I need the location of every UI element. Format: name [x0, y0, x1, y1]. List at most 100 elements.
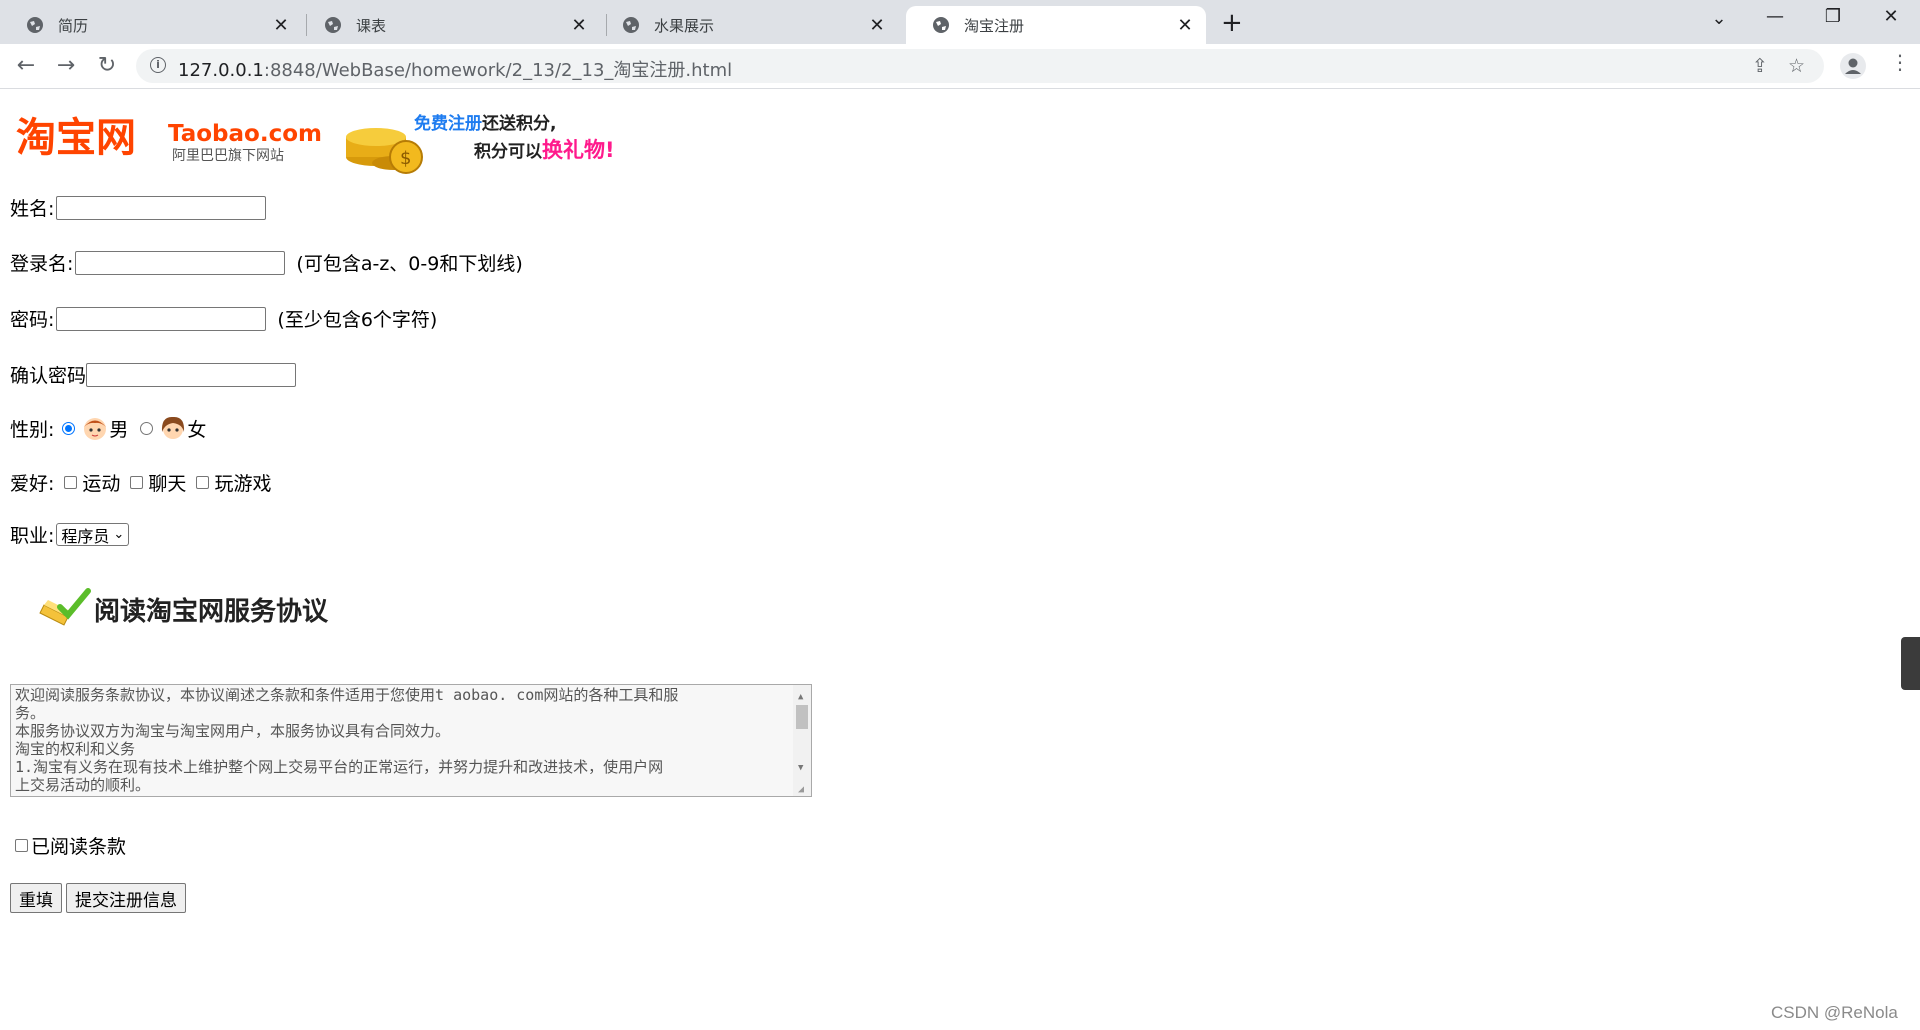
globe-icon [623, 17, 639, 33]
hobby-row: 爱好: 运动 聊天 玩游戏 [10, 469, 271, 496]
submit-button[interactable]: 提交注册信息 [66, 883, 186, 913]
back-button[interactable]: ← [12, 52, 40, 80]
name-label: 姓名: [10, 198, 55, 220]
read-terms-checkbox[interactable] [15, 839, 28, 852]
textarea-scrollbar[interactable]: ▲ ▼ ◢ [793, 685, 811, 796]
share-icon[interactable]: ⇪ [1752, 55, 1768, 77]
gender-row: 性别: 男 女 [10, 414, 206, 442]
agreement-heading: 阅读淘宝网服务协议 [38, 587, 328, 631]
login-name-input[interactable] [75, 250, 286, 275]
reset-button[interactable]: 重填 [10, 883, 62, 913]
password-input[interactable] [56, 306, 267, 331]
url-path: :8848/WebBase/homework/2_13/2_13_淘宝注册.ht… [263, 60, 733, 81]
confirm-password-input[interactable] [86, 362, 297, 387]
browser-toolbar: ← → ↻ i 127.0.0.1:8848/WebBase/homework/… [0, 44, 1920, 89]
gold-coins-icon: $ [346, 128, 423, 174]
gender-label: 性别: [10, 418, 55, 441]
hobby-chat-label: 聊天 [148, 473, 187, 495]
globe-icon [325, 17, 341, 33]
job-select[interactable]: 程序员 ⌄ [56, 523, 130, 546]
tab-strip: 简历 ✕ 课表 ✕ 水果展示 ✕ 淘宝注册 ✕ + ⌄ — ❐ ✕ [0, 0, 1920, 44]
agreement-line: 淘宝的权利和义务 [15, 740, 136, 758]
confirm-password-row: 确认密码 [10, 361, 297, 388]
url-text[interactable]: 127.0.0.1:8848/WebBase/homework/2_13/2_1… [178, 56, 732, 82]
tab-taobao-register[interactable]: 淘宝注册 ✕ [906, 6, 1206, 44]
logo-sub: 阿里巴巴旗下网站 [172, 148, 284, 164]
tab-schedule[interactable]: 课表 ✕ [298, 6, 600, 44]
logo-en: Taobao.com [168, 121, 322, 147]
job-label: 职业: [10, 525, 55, 547]
password-hint: (至少包含6个字符) [277, 309, 438, 331]
forward-button[interactable]: → [52, 52, 80, 80]
watermark: CSDN @ReNola [1771, 1003, 1898, 1022]
restore-button[interactable]: ❐ [1818, 6, 1848, 27]
confirm-password-label: 确认密码 [10, 365, 87, 387]
hobby-games-checkbox[interactable] [196, 476, 210, 489]
gender-female-radio[interactable] [140, 421, 154, 435]
login-row: 登录名: (可包含a-z、0-9和下划线) [10, 249, 523, 276]
hobby-chat-checkbox[interactable] [130, 476, 144, 489]
side-panel-handle[interactable] [1901, 637, 1920, 690]
close-icon[interactable]: ✕ [570, 15, 588, 36]
tab-label: 水果展示 [654, 16, 715, 35]
profile-avatar-icon[interactable] [1840, 53, 1866, 79]
scroll-down-icon[interactable]: ▼ [798, 759, 803, 777]
close-icon[interactable]: ✕ [272, 15, 290, 36]
hobby-sports-label: 运动 [82, 473, 121, 495]
tab-fruit[interactable]: 水果展示 ✕ [596, 6, 898, 44]
pencil-check-icon [39, 588, 91, 626]
tab-label: 简历 [58, 16, 89, 35]
password-row: 密码: (至少包含6个字符) [10, 305, 437, 332]
agreement-line: 1.淘宝有义务在现有技术上维护整个网上交易平台的正常运行，并努力提升和改进技术，… [15, 758, 664, 776]
tab-search-icon[interactable]: ⌄ [1704, 8, 1734, 29]
close-icon[interactable]: ✕ [868, 15, 886, 36]
hobby-label: 爱好: [10, 473, 55, 495]
gender-male-label: 男 [109, 418, 129, 441]
read-terms-label: 已阅读条款 [31, 836, 127, 858]
taobao-logo-banner: 淘宝网 Taobao.com 阿里巴巴旗下网站 $ 免费注册还送积分, 积分可以… [16, 113, 615, 174]
window-close-button[interactable]: ✕ [1876, 6, 1906, 27]
name-input[interactable] [56, 195, 267, 220]
logo-cn: 淘宝网 [16, 115, 136, 161]
url-host: 127.0.0.1 [178, 60, 264, 81]
job-selected-value: 程序员 [61, 526, 110, 546]
agreement-line: 上交易活动的顺利。 [15, 776, 151, 794]
scroll-up-icon[interactable]: ▲ [798, 688, 803, 706]
close-icon[interactable]: ✕ [1176, 15, 1194, 36]
reload-button[interactable]: ↻ [93, 52, 121, 80]
scrollbar-thumb[interactable] [796, 705, 808, 729]
login-hint: (可包含a-z、0-9和下划线) [296, 253, 523, 275]
agreement-line: 欢迎阅读服务条款协议，本协议阐述之条款和条件适用于您使用t aobao. com… [15, 686, 679, 704]
form-buttons: 重填 提交注册信息 [10, 883, 186, 913]
menu-kebab-icon[interactable]: ⋮ [1890, 50, 1910, 74]
hobby-sports-checkbox[interactable] [64, 476, 78, 489]
svg-text:$: $ [400, 148, 411, 169]
tab-resume[interactable]: 简历 ✕ [0, 6, 302, 44]
promo-line-1: 免费注册还送积分, [414, 113, 556, 134]
login-label: 登录名: [10, 253, 74, 275]
bookmark-star-icon[interactable]: ☆ [1788, 55, 1805, 77]
agreement-textarea[interactable]: 欢迎阅读服务条款协议，本协议阐述之条款和条件适用于您使用t aobao. com… [10, 684, 812, 797]
read-terms-row: 已阅读条款 [10, 832, 126, 859]
boy-avatar-icon [84, 418, 107, 440]
chevron-down-icon: ⌄ [113, 527, 125, 542]
globe-icon [933, 17, 949, 33]
agreement-line: 本服务协议双方为淘宝与淘宝网用户，本服务协议具有合同效力。 [15, 722, 451, 740]
name-row: 姓名: [10, 194, 267, 221]
taobao-banner: 淘宝网 Taobao.com 阿里巴巴旗下网站 $ 免费注册还送积分, 积分可以… [14, 107, 634, 177]
gender-male-radio[interactable] [62, 421, 76, 435]
new-tab-button[interactable]: + [1221, 8, 1243, 38]
page-content: 淘宝网 Taobao.com 阿里巴巴旗下网站 $ 免费注册还送积分, 积分可以… [0, 89, 1920, 1030]
password-label: 密码: [10, 309, 55, 331]
address-bar[interactable]: i 127.0.0.1:8848/WebBase/homework/2_13/2… [136, 49, 1824, 83]
agreement-title: 阅读淘宝网服务协议 [94, 596, 329, 627]
girl-avatar-icon [162, 416, 185, 439]
promo-line-2: 积分可以换礼物! [474, 138, 615, 162]
agreement-line: 务。 [15, 704, 46, 722]
tab-label: 淘宝注册 [964, 16, 1025, 35]
minimize-button[interactable]: — [1760, 6, 1790, 27]
globe-icon [27, 17, 43, 33]
info-icon[interactable]: i [150, 57, 166, 73]
resize-grip-icon[interactable]: ◢ [798, 781, 804, 796]
job-row: 职业: 程序员 ⌄ [10, 521, 130, 548]
